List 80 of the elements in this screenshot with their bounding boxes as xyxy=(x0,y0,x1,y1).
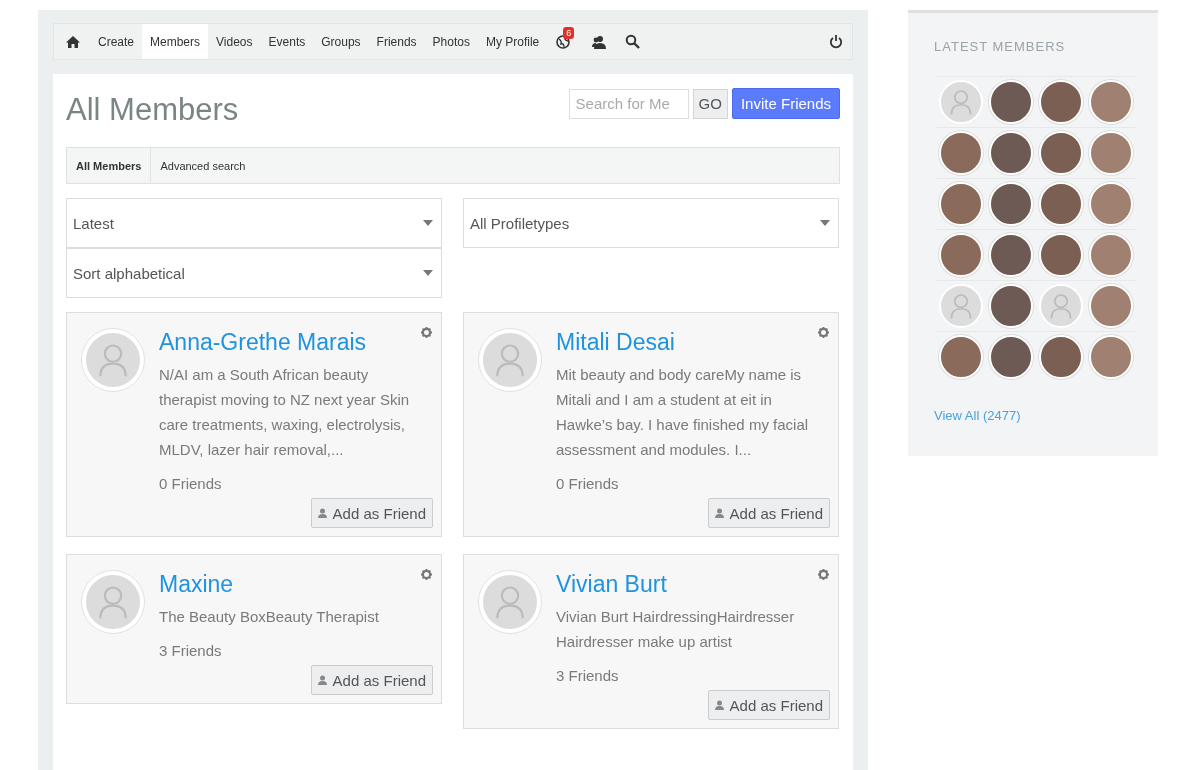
friend-count: 3 Friends xyxy=(556,667,620,684)
member-description: Mit beauty and body careMy name is Mitali and I am a student at eit in Hawke’s bay. I have finished my facial assessment and modules. I... xyxy=(556,365,810,460)
caret-icon xyxy=(423,270,433,276)
globe-icon xyxy=(556,34,571,49)
friend-count: 0 Friends xyxy=(556,475,620,492)
member-description: The Beauty BoxBeauty Therapist xyxy=(159,607,380,627)
search-field[interactable]: Search for Me xyxy=(568,88,689,119)
avatar-photo-placeholder[interactable] xyxy=(989,182,1033,226)
nav-link[interactable]: My Profile xyxy=(477,24,548,59)
settings-button[interactable] xyxy=(421,569,432,580)
default-avatar-icon xyxy=(481,573,539,631)
settings-button[interactable] xyxy=(421,327,432,338)
nav-link[interactable]: Friends xyxy=(368,24,425,59)
settings-icon xyxy=(421,569,432,580)
avatar-photo-placeholder[interactable] xyxy=(1039,80,1083,124)
avatar-photo-placeholder[interactable] xyxy=(989,80,1033,124)
user-icon xyxy=(317,508,327,518)
sidebar-title: LATEST MEMBERS xyxy=(934,39,1067,54)
settings-button[interactable] xyxy=(818,327,829,338)
avatar-photo-placeholder[interactable] xyxy=(939,131,983,175)
settings-icon xyxy=(818,569,829,580)
search-icon xyxy=(625,34,641,49)
default-avatar-icon xyxy=(84,573,142,631)
people-icon xyxy=(591,34,608,49)
nav-link[interactable]: Events xyxy=(260,24,314,59)
avatar-photo-placeholder[interactable] xyxy=(1089,80,1133,124)
avatar-photo-placeholder[interactable] xyxy=(939,335,983,379)
user-icon xyxy=(317,675,327,685)
home-icon xyxy=(65,34,81,49)
avatar-photo-placeholder[interactable] xyxy=(939,233,983,277)
settings-button[interactable] xyxy=(818,569,829,580)
nav-link[interactable]: Photos xyxy=(424,24,478,59)
avatar-photo-placeholder[interactable] xyxy=(1039,335,1083,379)
caret-icon xyxy=(423,220,433,226)
friend-count: 3 Friends xyxy=(159,642,223,659)
add-friend-button[interactable]: Add as Friend xyxy=(310,665,433,695)
nav-link[interactable]: Members xyxy=(142,24,209,59)
default-avatar-icon xyxy=(84,331,142,389)
avatar-photo-placeholder[interactable] xyxy=(1089,284,1133,328)
avatar-photo-placeholder[interactable] xyxy=(1089,233,1133,277)
caret-icon xyxy=(820,220,830,226)
go-button[interactable]: GO xyxy=(692,88,728,119)
default-avatar-icon xyxy=(481,331,539,389)
power-icon xyxy=(829,34,843,49)
dropdown[interactable]: Sort alphabetical xyxy=(66,248,442,298)
nav-link[interactable]: Groups xyxy=(313,24,369,59)
page-title: All Members xyxy=(66,92,239,128)
default-avatar-icon xyxy=(1039,284,1083,328)
settings-icon xyxy=(421,327,432,338)
avatar-photo-placeholder[interactable] xyxy=(1039,182,1083,226)
nav-link[interactable]: Videos xyxy=(208,24,261,59)
avatar-photo-placeholder[interactable] xyxy=(1039,131,1083,175)
avatar-photo-placeholder[interactable] xyxy=(989,335,1033,379)
avatar-photo-placeholder[interactable] xyxy=(1039,233,1083,277)
member-description: N/AI am a South African beauty therapist moving to NZ next year Skin care treatments, waxing, electrolysis, MLDV, lazer hair removal,... xyxy=(159,365,411,460)
dropdown[interactable]: Latest xyxy=(66,198,442,248)
user-icon xyxy=(714,508,724,518)
avatar-photo-placeholder[interactable] xyxy=(989,233,1033,277)
avatar-photo-placeholder[interactable] xyxy=(939,182,983,226)
tab[interactable]: Advanced search xyxy=(151,148,255,183)
user-icon xyxy=(714,700,724,710)
default-avatar-icon xyxy=(939,80,983,124)
avatar-photo-placeholder[interactable] xyxy=(1089,131,1133,175)
avatar-photo-placeholder[interactable] xyxy=(1089,335,1133,379)
tab[interactable]: All Members xyxy=(67,148,152,183)
nav-link[interactable]: Create xyxy=(90,24,143,59)
friend-count: 0 Friends xyxy=(159,475,223,492)
avatar-photo-placeholder[interactable] xyxy=(1089,182,1133,226)
member-description: Vivian Burt HairdressingHairdresser Hairdresser make up artist xyxy=(556,607,796,652)
avatar-photo-placeholder[interactable] xyxy=(989,131,1033,175)
add-friend-button[interactable]: Add as Friend xyxy=(707,498,830,528)
add-friend-button[interactable]: Add as Friend xyxy=(310,498,433,528)
invite-friends-button[interactable]: Invite Friends xyxy=(731,88,840,119)
notifications-button[interactable]: 6 xyxy=(547,24,583,59)
avatar-photo-placeholder[interactable] xyxy=(989,284,1033,328)
add-friend-button[interactable]: Add as Friend xyxy=(707,690,830,720)
default-avatar-icon xyxy=(939,284,983,328)
notification-badge: 6 xyxy=(563,27,575,39)
dropdown[interactable]: All Profiletypes xyxy=(463,198,839,248)
settings-icon xyxy=(818,327,829,338)
